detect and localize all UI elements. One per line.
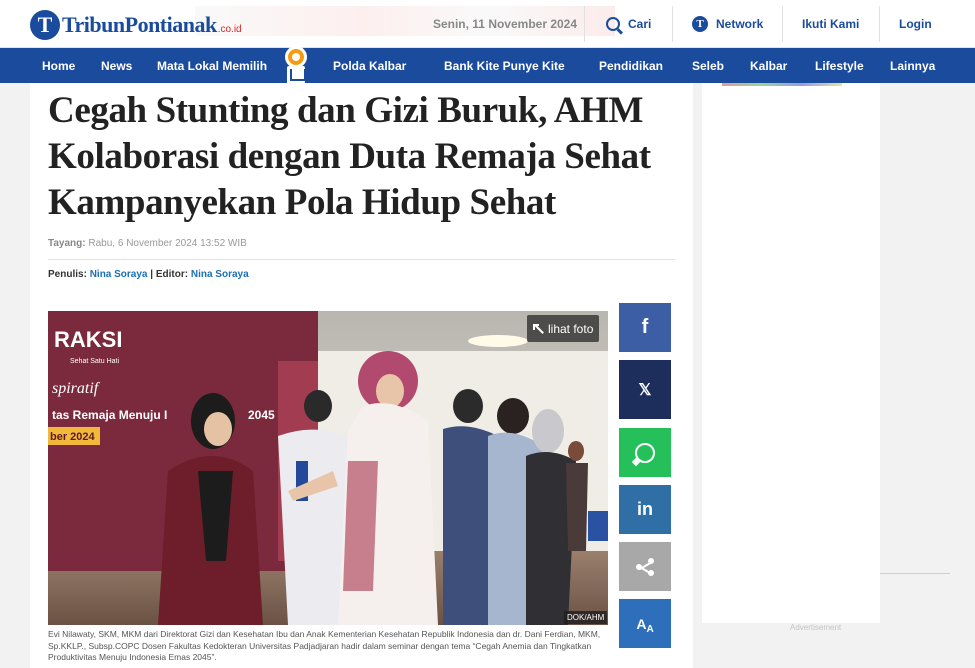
nav-item-kalbar[interactable]: Kalbar [750,48,787,83]
share-icon [636,557,654,576]
nav-item-bank-kite[interactable]: Bank Kite Punye Kite [444,48,565,83]
network-icon: T [692,16,708,32]
photo-illustration: RAKSI Sehat Satu Hati spiratif tas Remaj… [48,311,608,625]
nav-item-home[interactable]: Home [42,48,75,83]
banner-text: 2045 [248,408,275,422]
font-size-icon: AA [636,615,654,635]
linkedin-icon: in [637,499,653,519]
login-button[interactable]: Login [899,0,932,48]
photo-caption: Evi Nilawaty, SKM, MKM dari Direktorat G… [48,629,601,662]
whatsapp-icon [635,442,655,463]
share-linkedin-button[interactable]: in [619,485,671,534]
banner-text: Sehat Satu Hati [70,358,119,365]
nav-item-pendidikan[interactable]: Pendidikan [599,48,663,83]
article-photo[interactable]: RAKSI Sehat Satu Hati spiratif tas Remaj… [48,311,608,625]
divider [879,6,880,42]
share-whatsapp-button[interactable] [619,428,671,477]
top-bar: T TribunPontianak .co.id Senin, 11 Novem… [0,0,975,48]
facebook-icon: f [641,316,649,338]
election-badge-icon[interactable] [284,44,308,86]
nav-item-lifestyle[interactable]: Lifestyle [815,48,864,83]
main-nav: Home News Mata Lokal Memilih Polda Kalba… [0,48,975,83]
network-label: Network [716,17,764,31]
photo-credit: DOK/AHM [564,611,608,624]
logo-mark-icon: T [30,10,60,40]
sidebar-ad-image [722,83,842,86]
search-label: Cari [628,17,652,31]
writer-label: Penulis: [48,269,87,280]
x-icon: 𝕏 [638,381,652,399]
article-byline: Penulis: Nina Soraya | Editor: Nina Sora… [48,269,249,280]
divider [584,6,585,42]
expand-icon [533,323,543,334]
share-facebook-button[interactable]: f [619,303,671,352]
search-icon [606,17,620,31]
divider [880,573,950,574]
publish-date: Tayang: Rabu, 6 November 2024 13:52 WIB [48,238,247,249]
divider [48,259,675,260]
banner-text: ber 2024 [50,431,96,443]
article-title: Cegah Stunting dan Gizi Buruk, AHM Kolab… [48,90,651,223]
logo-text: TribunPontianak [62,12,217,37]
banner-text: RAKSI [54,327,122,352]
network-button[interactable]: T Network [692,0,763,48]
banner-text: tas Remaja Menuju I [52,408,167,422]
site-logo[interactable]: T TribunPontianak .co.id [30,8,242,42]
nav-item-mata-lokal-memilih[interactable]: Mata Lokal Memilih [157,48,267,83]
advertisement-label: Advertisement [790,623,842,632]
editor-link[interactable]: Nina Soraya [191,269,249,280]
logo-suffix: .co.id [217,23,242,35]
nav-item-lainnya[interactable]: Lainnya [890,48,935,83]
nav-item-seleb[interactable]: Seleb [692,48,724,83]
sidebar-ad-slot [702,83,880,623]
search-button[interactable]: Cari [606,0,651,48]
view-photo-label: lihat foto [548,321,594,336]
share-more-button[interactable] [619,542,671,591]
share-x-button[interactable]: 𝕏 [619,360,671,419]
font-size-button[interactable]: AA [619,599,671,648]
writer-link[interactable]: Nina Soraya [90,269,148,280]
follow-button[interactable]: Ikuti Kami [802,0,859,48]
publish-value: Rabu, 6 November 2024 13:52 WIB [88,238,247,249]
divider [782,6,783,42]
nav-item-polda-kalbar[interactable]: Polda Kalbar [333,48,406,83]
editor-label: | Editor: [150,269,189,280]
divider [672,6,673,42]
current-date: Senin, 11 November 2024 [432,17,578,31]
view-photo-button[interactable]: lihat foto [527,315,600,342]
publish-label: Tayang: [48,238,86,249]
banner-text: spiratif [52,380,101,397]
nav-item-news[interactable]: News [101,48,132,83]
